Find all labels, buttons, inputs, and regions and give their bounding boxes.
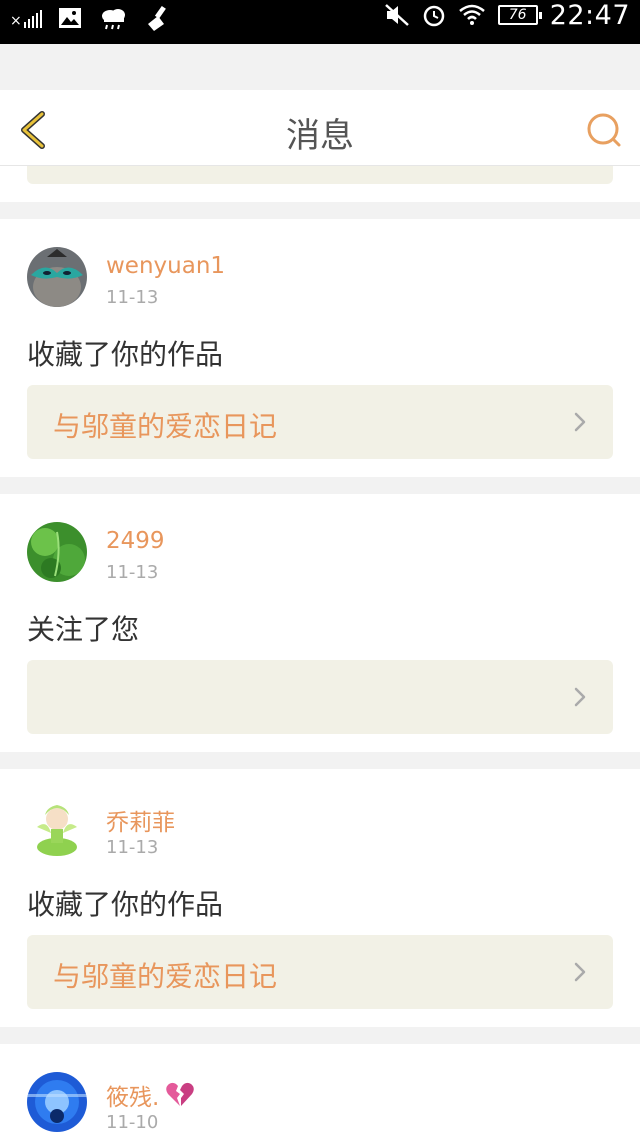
avatar[interactable] bbox=[27, 1072, 87, 1132]
chevron-right-icon bbox=[574, 687, 586, 707]
broom-icon bbox=[147, 5, 166, 31]
notification-card: 乔莉菲 11-13 收藏了你的作品 与邬童的爱恋日记 bbox=[0, 769, 640, 1027]
notification-date: 11-13 bbox=[106, 837, 159, 858]
work-link[interactable]: 与邬童的爱恋日记 bbox=[27, 935, 613, 1009]
username[interactable]: 筱残. bbox=[106, 1078, 195, 1112]
avatar[interactable] bbox=[27, 522, 87, 582]
work-title: 与邬童的爱恋日记 bbox=[53, 410, 278, 443]
avatar[interactable] bbox=[27, 797, 87, 857]
username[interactable]: 2499 bbox=[106, 528, 165, 554]
image-icon bbox=[58, 8, 81, 28]
search-icon[interactable] bbox=[584, 110, 624, 150]
page-title: 消息 bbox=[286, 116, 354, 156]
chevron-right-icon bbox=[574, 412, 586, 432]
username-text: 筱残. bbox=[106, 1085, 160, 1111]
username[interactable]: wenyuan1 bbox=[106, 253, 225, 279]
notification-card: 筱残. 11-10 bbox=[0, 1044, 640, 1138]
work-link[interactable]: 与邬童的爱恋日记 bbox=[27, 385, 613, 459]
notification-action: 收藏了你的作品 bbox=[27, 888, 224, 921]
notification-date: 11-10 bbox=[106, 1112, 159, 1133]
mute-icon bbox=[384, 4, 409, 26]
work-link-partial[interactable] bbox=[27, 166, 613, 184]
app-header: 消息 bbox=[0, 90, 640, 166]
signal-icon: × bbox=[10, 8, 42, 28]
username[interactable]: 乔莉菲 bbox=[106, 803, 175, 837]
clock: 22:47 bbox=[549, 0, 630, 31]
notification-card: wenyuan1 11-13 收藏了你的作品 与邬童的爱恋日记 bbox=[0, 219, 640, 477]
notification-card: 2499 11-13 关注了您 bbox=[0, 494, 640, 752]
notification-card-partial bbox=[0, 166, 640, 202]
wifi-icon bbox=[458, 4, 485, 25]
alarm-icon bbox=[423, 5, 444, 27]
notification-action: 关注了您 bbox=[27, 613, 140, 646]
status-bar: × 76 22:47 bbox=[0, 0, 640, 44]
notification-action: 收藏了你的作品 bbox=[27, 338, 224, 371]
work-title: 与邬童的爱恋日记 bbox=[53, 960, 278, 993]
notification-date: 11-13 bbox=[106, 287, 159, 308]
chevron-right-icon bbox=[574, 962, 586, 982]
status-icons-right: 76 22:47 bbox=[384, 0, 630, 31]
broken-heart-icon bbox=[166, 1082, 195, 1106]
avatar[interactable] bbox=[27, 247, 87, 307]
weather-cloud-icon bbox=[101, 9, 125, 30]
status-icons-left: × bbox=[10, 4, 172, 32]
notification-feed: wenyuan1 11-13 收藏了你的作品 与邬童的爱恋日记 2499 11-… bbox=[0, 166, 640, 1138]
work-link[interactable] bbox=[27, 660, 613, 734]
notification-date: 11-13 bbox=[106, 562, 159, 583]
battery-icon: 76 bbox=[497, 5, 542, 25]
top-band bbox=[0, 44, 640, 90]
